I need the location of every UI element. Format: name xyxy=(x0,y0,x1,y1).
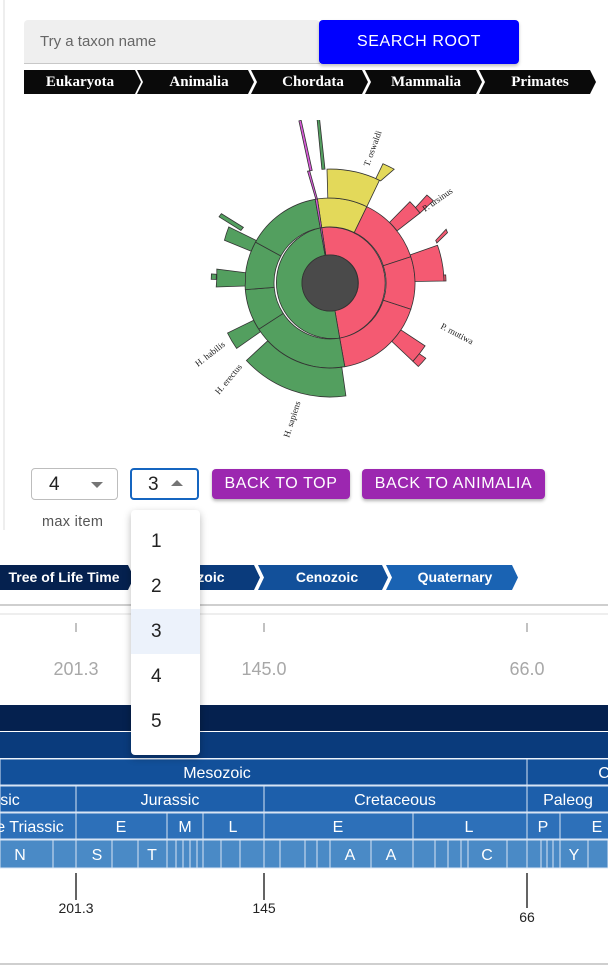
timeline-eon2-bar[interactable] xyxy=(0,732,608,758)
timeline-period-label: Jurassic xyxy=(141,792,200,809)
time-crumb-label: Quaternary xyxy=(418,569,493,585)
back-to-parent-button[interactable]: BACK TO ANIMALIA xyxy=(362,469,545,499)
taxon-breadcrumb: Eukaryota Animalia Chordata Mammalia Pri… xyxy=(24,70,599,94)
sunburst-segment[interactable] xyxy=(316,120,326,170)
timeline-period-label: sic xyxy=(0,792,20,809)
timeline-stage-label: C xyxy=(481,847,493,864)
timeline-epoch-label: L xyxy=(465,819,474,836)
panel-divider xyxy=(3,0,5,530)
sunburst-label: H. erectus xyxy=(213,362,244,397)
sunburst-segment[interactable] xyxy=(382,256,416,310)
taxon-crumb-label: Animalia xyxy=(169,74,229,90)
dropdown-arrow-icon xyxy=(91,482,103,488)
taxon-crumb-label: Primates xyxy=(511,74,569,90)
timeline-era-cell[interactable] xyxy=(526,758,608,786)
time-tick-label: 66.0 xyxy=(509,659,544,679)
sunburst-label: H. habilis xyxy=(193,339,227,369)
timeline-period-label: Cretaceous xyxy=(354,792,436,809)
timeline-epoch-label: L xyxy=(229,819,238,836)
timeline-stage-label: Y xyxy=(569,847,580,864)
timeline-epoch-label: E xyxy=(116,819,127,836)
depth-option[interactable]: 5 xyxy=(131,699,200,744)
max-item-value: 4 xyxy=(49,474,60,495)
depth-dropdown-menu: 1 2 3 4 5 xyxy=(131,510,200,755)
timeline-epoch-label: E xyxy=(333,819,344,836)
sunburst-segment[interactable] xyxy=(298,120,313,172)
timeline-stage-label: S xyxy=(92,847,103,864)
taxon-search-input[interactable] xyxy=(24,20,320,64)
sunburst-center[interactable] xyxy=(301,254,359,312)
sunburst-label: P. mutiwa xyxy=(439,321,475,347)
time-axis-label: 145 xyxy=(252,900,276,916)
time-tick-label: 145.0 xyxy=(241,659,286,679)
sunburst-segment[interactable] xyxy=(389,201,421,232)
timeline-epoch-label: P xyxy=(538,819,549,836)
timeline-eon-bar[interactable] xyxy=(0,705,608,731)
back-to-top-button[interactable]: BACK TO TOP xyxy=(212,469,350,499)
depth-option[interactable]: 1 xyxy=(131,519,200,564)
timeline-stage-label: A xyxy=(386,847,397,864)
time-crumb-label: Tree of Life Time xyxy=(9,569,120,585)
sunburst-segment[interactable] xyxy=(409,244,445,282)
taxon-panel: SEARCH ROOT Eukaryota Animalia Chordata … xyxy=(0,0,608,530)
depth-option[interactable]: 4 xyxy=(131,654,200,699)
depth-select[interactable]: 3 xyxy=(130,468,199,500)
sunburst-segment[interactable] xyxy=(435,228,448,244)
time-axis-label: 201.3 xyxy=(58,900,93,916)
timeline-stage-label: A xyxy=(345,847,356,864)
timeline-epoch-label: E xyxy=(592,819,603,836)
time-crumb-label: Cenozoic xyxy=(296,569,358,585)
timeline-era-cell[interactable] xyxy=(0,758,528,786)
sunburst-label: H. sapiens xyxy=(281,399,302,438)
sunburst-segment[interactable] xyxy=(375,163,395,182)
dropdown-arrow-up-icon xyxy=(171,480,183,486)
time-breadcrumb: Tree of Life Time Mesozoic Cenozoic Quat… xyxy=(0,565,520,590)
sunburst-segment[interactable] xyxy=(210,273,217,280)
max-item-select[interactable]: 4 xyxy=(31,468,118,500)
sunburst-segment[interactable] xyxy=(215,268,247,288)
timeline-epoch-label: M xyxy=(178,819,191,836)
sunburst-label: T. oswaldi xyxy=(361,129,383,168)
taxon-crumb-label: Eukaryota xyxy=(46,74,115,90)
timeline-era-label: Mesozoic xyxy=(183,765,251,782)
time-axis-label: 66 xyxy=(519,909,535,925)
depth-value: 3 xyxy=(148,474,159,495)
taxon-crumb-label: Chordata xyxy=(282,74,344,90)
timeline-stage-label: T xyxy=(147,847,157,864)
sunburst-segment[interactable] xyxy=(306,170,318,200)
depth-option-selected[interactable]: 3 xyxy=(131,609,200,654)
timeline-period-label: Paleog xyxy=(543,792,593,809)
max-item-label: max item xyxy=(42,514,104,530)
timeline-epoch-label: e Triassic xyxy=(0,819,64,836)
sunburst-segment[interactable] xyxy=(443,274,447,282)
timeline-stage-label: N xyxy=(14,847,26,864)
timeline-era-label: C xyxy=(598,765,608,782)
sunburst-segment[interactable] xyxy=(226,319,261,349)
geologic-timeline[interactable]: 201.3 145.0 66.0 Mesozoic C sic Jurassic… xyxy=(0,600,608,967)
taxon-sunburst[interactable]: T. oswaldi P. ursinus P. mutiwa H. sapie… xyxy=(150,120,550,450)
search-root-button[interactable]: SEARCH ROOT xyxy=(319,20,519,64)
time-tick-label: 201.3 xyxy=(53,659,98,679)
taxon-crumb-label: Mammalia xyxy=(391,74,461,90)
depth-option[interactable]: 2 xyxy=(131,564,200,609)
